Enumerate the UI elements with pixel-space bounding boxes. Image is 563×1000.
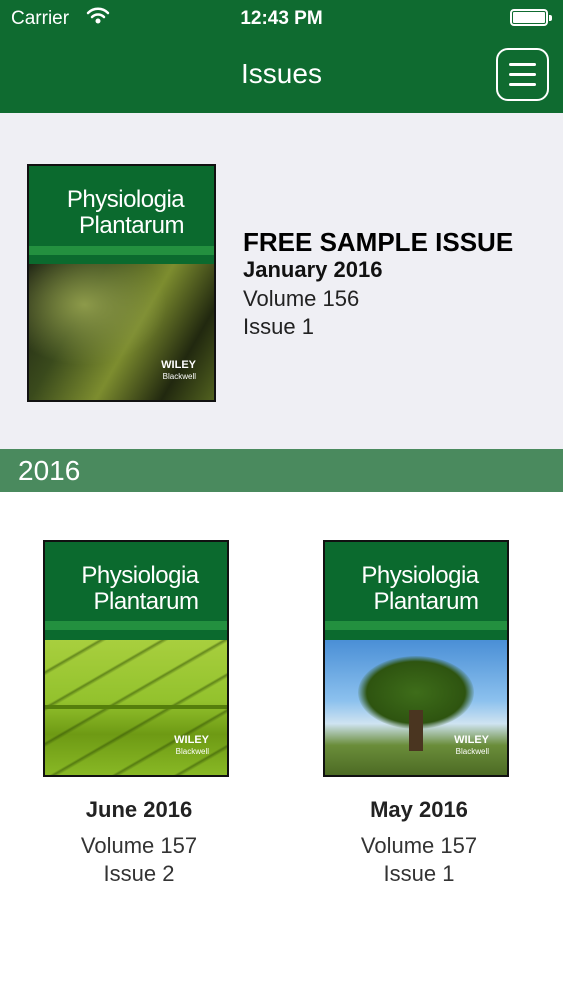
issue-number: Issue 1: [383, 861, 455, 886]
battery-icon: [510, 9, 552, 26]
cover-title-line2: Plantarum: [373, 588, 479, 615]
issue-cover-may-2016[interactable]: Physiologia Plantarum WILEY Blackwell: [323, 540, 509, 777]
issue-volume: Volume 157: [360, 833, 478, 858]
free-sample-label: FREE SAMPLE ISSUE: [243, 227, 514, 257]
cover-title-line2: Plantarum: [93, 588, 199, 615]
issue-cover-june-2016[interactable]: Physiologia Plantarum WILEY Blackwell: [43, 540, 229, 777]
year-label: 2016: [18, 455, 81, 486]
cover-title-line1: Physiologia: [81, 562, 199, 589]
cover-title-line1: Physiologia: [361, 562, 479, 589]
featured-issue-date: January 2016: [243, 257, 383, 282]
navigation-bar: Carrier 12:43 PM Issues: [0, 0, 563, 113]
cover-title-line1: Physiologia: [66, 186, 185, 213]
publisher-logo: WILEY Blackwell: [161, 359, 196, 382]
issue-date: June 2016: [85, 797, 193, 822]
status-time: 12:43 PM: [240, 8, 323, 29]
issue-volume: Volume 157: [80, 833, 198, 858]
year-section-header: 2016: [0, 449, 563, 492]
publisher-logo: WILEY Blackwell: [174, 734, 209, 757]
issue-info-may-2016[interactable]: May 2016 Volume 157 Issue 1: [299, 797, 539, 897]
publisher-logo: WILEY Blackwell: [454, 734, 489, 757]
issue-info-june-2016[interactable]: June 2016 Volume 157 Issue 2: [19, 797, 259, 897]
issue-date: May 2016: [370, 797, 468, 822]
featured-issue-number: Issue 1: [243, 314, 314, 339]
hamburger-menu-icon[interactable]: [496, 48, 549, 101]
cover-title-line2: Plantarum: [79, 212, 184, 239]
featured-issue-volume: Volume 156: [243, 286, 360, 311]
issue-number: Issue 2: [103, 861, 175, 886]
featured-issue-cover[interactable]: Physiologia Plantarum WILEY Blackwell: [27, 164, 216, 402]
page-title: Issues: [241, 58, 322, 89]
status-bar: Carrier 12:43 PM: [0, 0, 563, 38]
